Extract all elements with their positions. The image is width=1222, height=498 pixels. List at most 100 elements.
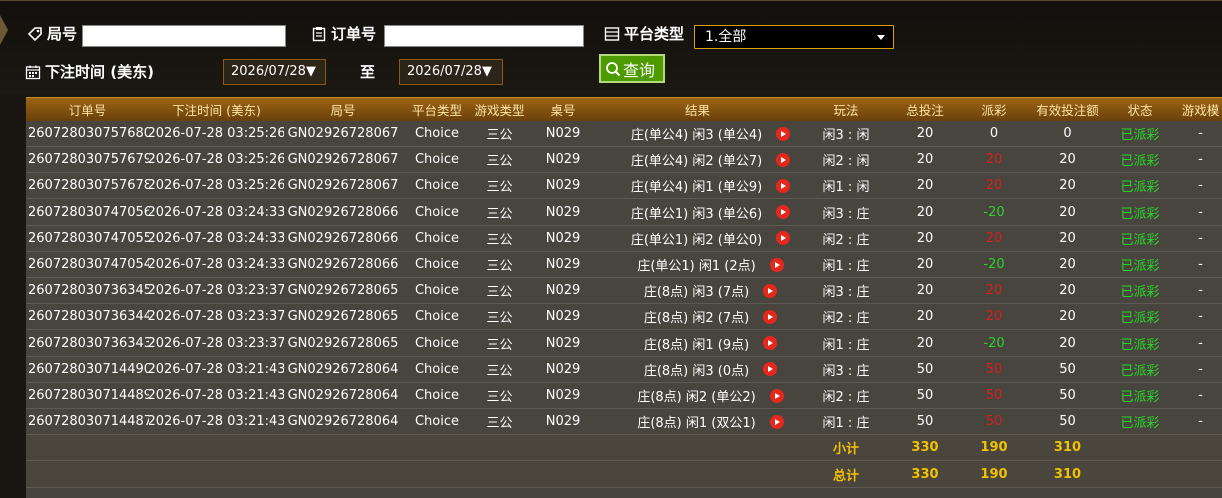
- cell-table-no: N029: [545, 178, 581, 194]
- result-text: 庄(8点) 闲3 (7点): [643, 285, 750, 301]
- column-header-payout[interactable]: 派彩: [954, 98, 1034, 121]
- play-video-icon[interactable]: [776, 126, 791, 141]
- total-row-valid: 310: [1053, 466, 1082, 482]
- column-header-game-mode[interactable]: 游戏模: [1179, 98, 1222, 121]
- date-from-select[interactable]: 2026/07/28▼: [223, 59, 326, 85]
- total-row-bet: 330: [911, 466, 939, 482]
- cell-order-no: 260728030736345: [28, 283, 149, 299]
- date-to-select[interactable]: 2026/07/28▼: [399, 59, 503, 85]
- play-video-icon[interactable]: [763, 283, 778, 298]
- column-header-platform[interactable]: 平台类型: [402, 98, 472, 121]
- cell-valid-bet: 20: [1059, 178, 1076, 194]
- play-video-icon[interactable]: [769, 388, 784, 403]
- cell-platform: Choice: [414, 361, 460, 377]
- play-video-icon[interactable]: [763, 309, 778, 324]
- cell-status: 已派彩: [1120, 259, 1160, 274]
- table-row: 260728030714490 2026-07-28 03:21:43 GN0292…: [26, 356, 1222, 383]
- play-video-icon[interactable]: [769, 257, 784, 272]
- cell-payout: 50: [985, 414, 1003, 430]
- cell-result: 庄(8点) 闲1 (9点): [599, 331, 796, 356]
- table-row: 260728030736343 2026-07-28 03:23:37 GN0292…: [26, 330, 1222, 357]
- cell-order-no: 260728030747055: [28, 230, 149, 246]
- cell-valid-bet: 20: [1059, 230, 1076, 246]
- play-video-icon[interactable]: [776, 178, 791, 193]
- cell-play-type: 闲2 : 庄: [822, 232, 870, 248]
- total-row-label: 总计: [832, 468, 859, 484]
- column-header-game-type[interactable]: 游戏类型: [472, 98, 527, 121]
- cell-game-type: 三公: [486, 337, 513, 353]
- cell-status: 已派彩: [1120, 363, 1160, 379]
- column-header-valid-bet[interactable]: 有效投注额: [1034, 98, 1101, 121]
- cell-total-bet: 20: [916, 152, 934, 168]
- subtotal-row-payout: 190: [980, 440, 1008, 456]
- cell-valid-bet: 0: [1063, 126, 1072, 141]
- result-text: 庄(单公1) 闲2 (单公0): [630, 232, 763, 248]
- column-header-play-type[interactable]: 玩法: [796, 98, 896, 121]
- cell-payout: 20: [985, 283, 1003, 299]
- panel-decoration: [0, 15, 8, 45]
- result-text: 庄(8点) 闲1 (9点): [643, 337, 750, 353]
- play-video-icon[interactable]: [776, 152, 791, 167]
- cell-status: 已派彩: [1120, 311, 1160, 327]
- query-button[interactable]: 查询: [599, 54, 665, 83]
- play-video-icon[interactable]: [776, 205, 791, 220]
- cell-order-no: 260728030714490: [28, 361, 149, 377]
- cell-platform: Choice: [414, 257, 460, 272]
- play-video-icon[interactable]: [776, 231, 791, 246]
- platform-select[interactable]: 1.全部: [694, 25, 894, 49]
- cell-status: 已派彩: [1120, 390, 1160, 405]
- dropdown-arrow-icon: [877, 35, 885, 40]
- cell-status: 已派彩: [1120, 128, 1160, 143]
- cell-order-no: 260728030747054: [28, 257, 149, 272]
- column-header-status[interactable]: 状态: [1101, 98, 1179, 121]
- result-text: 庄(8点) 闲1 (双公1): [637, 416, 756, 432]
- column-header-result[interactable]: 结果: [599, 98, 796, 121]
- cell-bet-time: 2026-07-28 03:25:26: [149, 126, 284, 141]
- column-header-bet-time[interactable]: 下注时间 (美东): [149, 98, 284, 121]
- date-from-value: 2026/07/28: [231, 64, 306, 79]
- cell-total-bet: 20: [916, 178, 934, 194]
- play-video-icon[interactable]: [763, 336, 778, 351]
- order-label: 订单号: [331, 25, 377, 43]
- result-text: 庄(单公1) 闲1 (2点): [637, 259, 756, 274]
- play-video-icon[interactable]: [769, 414, 784, 429]
- cell-table-no: N029: [545, 126, 581, 141]
- cell-result: 庄(8点) 闲2 (7点): [599, 304, 796, 329]
- cell-game-type: 三公: [486, 180, 513, 196]
- cell-payout: 0: [989, 126, 999, 141]
- cell-payout: -20: [983, 204, 1005, 220]
- list-icon: [604, 26, 620, 41]
- cell-round-no: GN02926728065: [287, 335, 399, 351]
- column-header-total-bet[interactable]: 总投注: [896, 98, 954, 121]
- column-header-round-no[interactable]: 局号: [284, 98, 402, 121]
- order-input[interactable]: [384, 25, 584, 47]
- cell-payout: 50: [985, 388, 1003, 403]
- cell-total-bet: 20: [916, 335, 934, 351]
- cell-result: 庄(单公1) 闲1 (2点): [599, 252, 796, 277]
- cell-valid-bet: 20: [1059, 204, 1076, 220]
- play-video-icon[interactable]: [763, 362, 778, 377]
- cell-order-no: 260728030714489: [28, 388, 149, 403]
- cell-status: 已派彩: [1120, 154, 1160, 170]
- cell-round-no: GN02926728067: [287, 152, 399, 168]
- result-text: 庄(单公1) 闲3 (单公6): [630, 206, 763, 222]
- cell-bet-time: 2026-07-28 03:21:43: [149, 388, 284, 403]
- date-to-value: 2026/07/28: [407, 64, 482, 79]
- cell-total-bet: 20: [916, 204, 934, 220]
- column-header-table-no[interactable]: 桌号: [527, 98, 599, 121]
- cell-status: 已派彩: [1120, 337, 1160, 353]
- cell-round-no: GN02926728064: [287, 388, 399, 403]
- cell-game-mode: -: [1198, 361, 1203, 377]
- cell-table-no: N029: [545, 335, 581, 351]
- table-header: 订单号 下注时间 (美东) 局号 平台类型 游戏类型 桌号 结果 玩法 总投注 派彩 有效投注额 状态…: [26, 97, 1222, 121]
- column-header-order-no[interactable]: 订单号: [26, 98, 149, 121]
- cell-valid-bet: 20: [1059, 152, 1076, 168]
- calendar-icon: [25, 65, 41, 79]
- table-row: 260728030736344 2026-07-28 03:23:37 GN0292…: [26, 304, 1222, 331]
- result-text: 庄(8点) 闲3 (0点): [643, 363, 750, 379]
- result-text: 庄(单公4) 闲2 (单公7): [630, 154, 763, 170]
- cell-valid-bet: 20: [1059, 335, 1076, 351]
- round-input[interactable]: [82, 25, 286, 47]
- result-text: 庄(8点) 闲2 (7点): [643, 311, 750, 327]
- cell-status: 已派彩: [1120, 416, 1160, 432]
